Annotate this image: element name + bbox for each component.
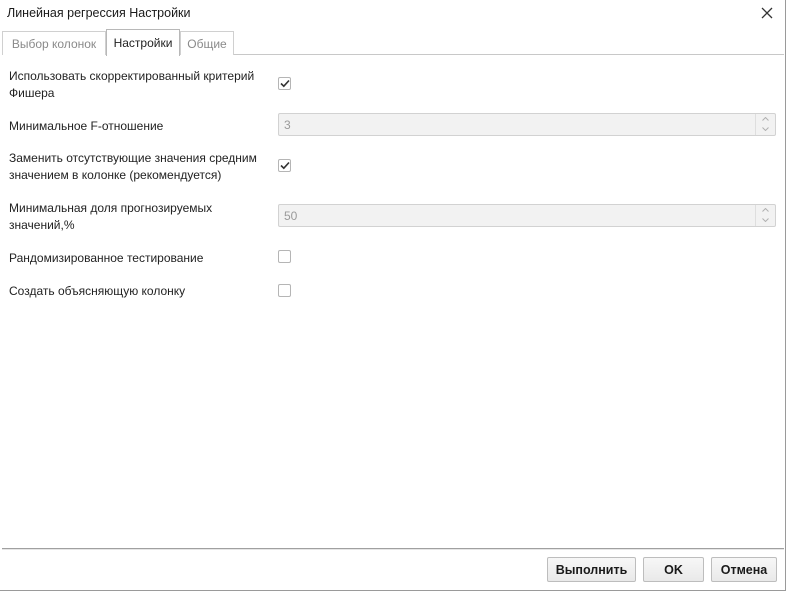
checkmark-icon: [279, 161, 290, 170]
min-f-ratio-label: Минимальное F-отношение: [9, 119, 164, 133]
min-share-label-line1: Минимальная доля прогнозируемых: [9, 201, 213, 215]
tab-bar: Выбор колонок Настройки Общие: [2, 29, 784, 56]
replace-missing-label: Заменить отсутствующие значения средним …: [9, 150, 257, 184]
chevron-up-icon: [762, 208, 769, 212]
replace-missing-label-line2: значением в колонке (рекомендуется): [9, 168, 222, 182]
chevron-down-icon: [762, 218, 769, 222]
fisher-criterion-checkbox[interactable]: [278, 77, 291, 90]
min-share-label-line2: значений,%: [9, 218, 75, 232]
min-f-ratio-value: 3: [284, 118, 291, 132]
randomized-testing-checkbox[interactable]: [278, 250, 291, 263]
title-bar: Линейная регрессия Настройки: [0, 0, 785, 27]
replace-missing-label-line1: Заменить отсутствующие значения средним: [9, 151, 257, 165]
dialog-title: Линейная регрессия Настройки: [7, 6, 191, 20]
cancel-button[interactable]: Отмена: [711, 557, 777, 582]
min-share-spin-buttons: [755, 205, 775, 226]
fisher-label-line1: Использовать скорректированный критерий: [9, 69, 255, 83]
tab-column-selection[interactable]: Выбор колонок: [2, 31, 106, 55]
min-share-increment[interactable]: [756, 205, 775, 215]
min-f-ratio-spin-buttons: [755, 114, 775, 135]
min-f-ratio-increment[interactable]: [756, 114, 775, 124]
chevron-down-icon: [762, 127, 769, 131]
tab-general[interactable]: Общие: [180, 31, 234, 55]
min-predicted-share-value: 50: [284, 209, 298, 223]
tab-settings[interactable]: Настройки: [106, 29, 180, 56]
checkmark-icon: [279, 79, 290, 88]
close-button[interactable]: [757, 3, 777, 23]
ok-button[interactable]: OK: [643, 557, 704, 582]
explain-column-label: Создать объясняющую колонку: [9, 284, 186, 298]
chevron-up-icon: [762, 117, 769, 121]
min-predicted-share-spinbox[interactable]: 50: [278, 204, 776, 227]
run-button[interactable]: Выполнить: [547, 557, 636, 582]
fisher-criterion-label: Использовать скорректированный критерий …: [9, 68, 254, 102]
min-f-ratio-spinbox[interactable]: 3: [278, 113, 776, 136]
close-icon: [761, 7, 773, 19]
replace-missing-checkbox[interactable]: [278, 159, 291, 172]
linear-regression-settings-dialog: Линейная регрессия Настройки Выбор колон…: [0, 0, 786, 591]
min-predicted-share-label: Минимальная доля прогнозируемых значений…: [9, 200, 212, 234]
min-share-decrement[interactable]: [756, 215, 775, 225]
footer-separator: [2, 548, 784, 550]
fisher-label-line2: Фишера: [9, 86, 55, 100]
explain-column-checkbox[interactable]: [278, 284, 291, 297]
min-f-ratio-decrement[interactable]: [756, 124, 775, 134]
randomized-testing-label: Рандомизированное тестирование: [9, 251, 204, 265]
